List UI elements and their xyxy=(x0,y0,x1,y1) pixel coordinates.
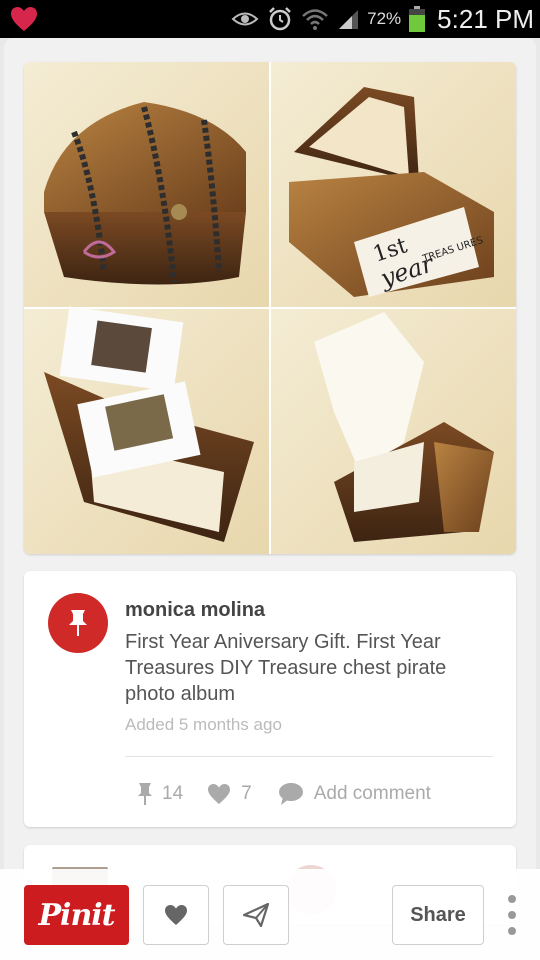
action-bar: Pinit Share xyxy=(0,869,540,960)
alarm-icon xyxy=(269,7,292,31)
battery-icon xyxy=(409,6,426,32)
pin-detail-card: monica molina First Year Aniversary Gift… xyxy=(24,571,516,827)
added-time: Added 5 months ago xyxy=(125,715,282,734)
like-stat[interactable]: 7 xyxy=(207,783,252,805)
repin-count: 14 xyxy=(162,783,184,804)
eye-icon xyxy=(231,12,259,26)
wifi-icon xyxy=(302,9,328,30)
clock: 5:21 PM xyxy=(437,3,534,34)
heart-icon xyxy=(208,784,231,804)
signal-icon xyxy=(339,10,359,29)
send-icon xyxy=(243,903,269,927)
add-comment[interactable]: Add comment xyxy=(278,782,431,806)
heart-icon xyxy=(165,905,187,925)
like-count: 7 xyxy=(241,783,252,804)
share-button[interactable]: Share xyxy=(392,885,484,945)
pin-image[interactable]: 1st year TREAS URES xyxy=(24,62,516,554)
like-button[interactable] xyxy=(143,885,209,945)
divider xyxy=(125,756,493,757)
repin-icon xyxy=(138,783,152,805)
battery-percent: 72% xyxy=(367,9,402,28)
send-button[interactable] xyxy=(223,885,289,945)
pinit-button[interactable]: Pinit xyxy=(24,885,129,945)
more-icon[interactable] xyxy=(502,895,522,935)
comment-icon xyxy=(278,783,303,805)
heart-app-icon xyxy=(11,7,37,31)
pin-description: First Year Aniversary Gift. First Year T… xyxy=(125,631,447,705)
avatar[interactable] xyxy=(48,593,108,653)
pin-icon xyxy=(69,610,87,636)
add-comment-label: Add comment xyxy=(313,783,431,804)
repin-stat[interactable]: 14 xyxy=(136,782,183,806)
status-bar: 72% 5:21 PM xyxy=(0,0,540,38)
stats-row: 14 7 Add comment xyxy=(136,779,431,809)
user-name[interactable]: monica molina xyxy=(125,599,265,622)
